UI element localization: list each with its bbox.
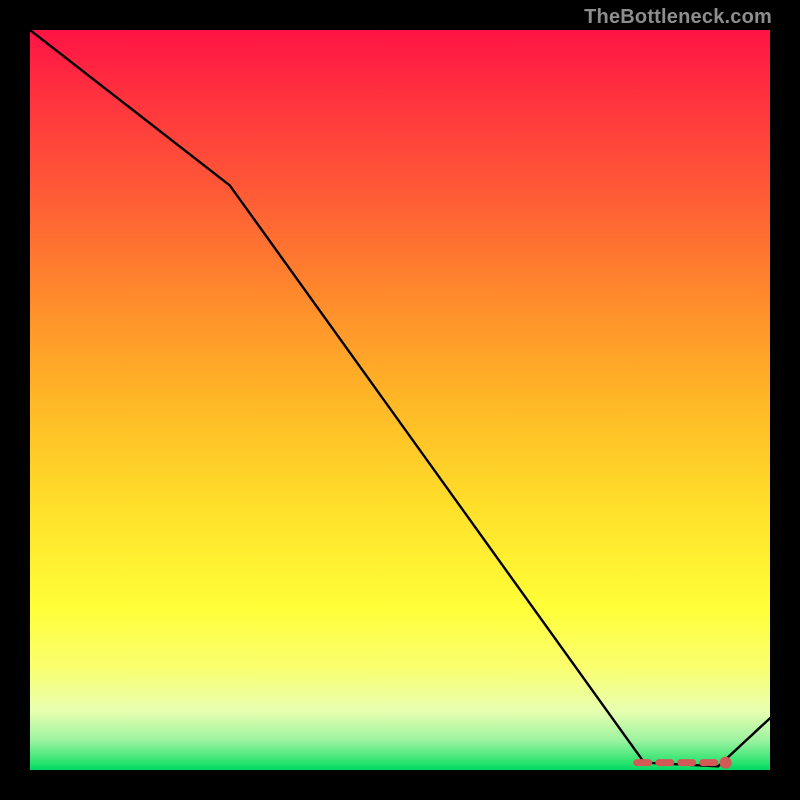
marker-dot xyxy=(720,757,732,769)
watermark-text: TheBottleneck.com xyxy=(584,6,772,29)
chart-frame: TheBottleneck.com xyxy=(0,0,800,800)
chart-overlay xyxy=(30,30,770,770)
data-line xyxy=(30,30,770,766)
